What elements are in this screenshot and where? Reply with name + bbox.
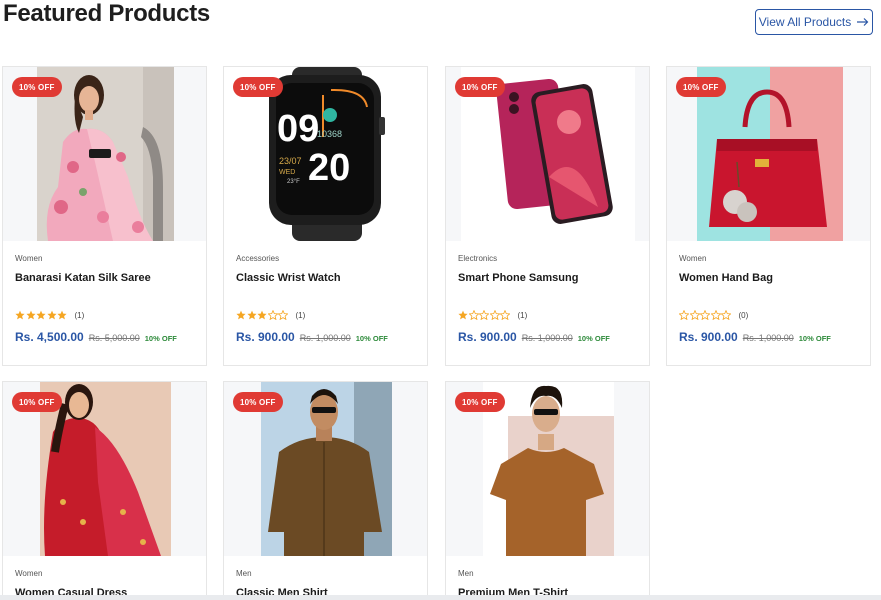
- product-image[interactable]: 10% OFF: [224, 382, 427, 556]
- star-empty-icon: [500, 310, 510, 320]
- rating-stars: (1): [236, 309, 415, 321]
- product-category: Men: [236, 569, 252, 578]
- product-card[interactable]: 10% OFF Electronics Smart Phone Samsung …: [445, 66, 650, 366]
- rating-stars: (1): [458, 309, 637, 321]
- product-name[interactable]: Banarasi Katan Silk Saree: [15, 272, 194, 284]
- review-count: (1): [295, 310, 306, 320]
- product-card[interactable]: 09 20 10368 23/07 WED 23°F 10% OFF Acces…: [223, 66, 428, 366]
- product-image[interactable]: 10% OFF: [3, 67, 206, 241]
- star-empty-icon: [679, 310, 689, 320]
- product-image[interactable]: 10% OFF: [3, 382, 206, 556]
- star-filled-icon: [25, 310, 36, 320]
- view-all-label: View All Products: [758, 15, 852, 29]
- view-all-products-button[interactable]: View All Products: [755, 9, 873, 35]
- discount-text: 10% OFF: [355, 334, 388, 343]
- discount-text: 10% OFF: [798, 334, 831, 343]
- product-old-price: Rs. 1,000.00: [742, 333, 794, 343]
- product-card[interactable]: 10% OFF Men Premium Men T-Shirt: [445, 381, 650, 600]
- review-count: (1): [517, 310, 528, 320]
- watch-day: WED: [279, 169, 295, 176]
- discount-badge: 10% OFF: [12, 392, 62, 412]
- product-old-price: Rs. 5,000.00: [88, 333, 140, 343]
- product-price: Rs. 4,500.00: [15, 330, 84, 344]
- arrow-right-icon: [857, 18, 869, 26]
- star-empty-icon: [489, 310, 500, 320]
- star-empty-icon: [689, 310, 700, 320]
- product-old-price: Rs. 1,000.00: [521, 333, 573, 343]
- product-old-price: Rs. 1,000.00: [299, 333, 351, 343]
- star-filled-icon: [257, 310, 267, 320]
- watch-temp: 23°F: [287, 179, 300, 185]
- product-price: Rs. 900.00: [458, 330, 517, 344]
- star-empty-icon: [479, 310, 489, 320]
- product-category: Women: [15, 254, 43, 263]
- page-title: Featured Products: [3, 0, 210, 27]
- product-category: Women: [679, 254, 707, 263]
- watch-date: 23/07: [279, 156, 302, 166]
- discount-badge: 10% OFF: [233, 392, 283, 412]
- star-filled-icon: [36, 310, 46, 320]
- star-empty-icon: [710, 310, 721, 320]
- discount-text: 10% OFF: [577, 334, 610, 343]
- review-count: (1): [74, 310, 85, 320]
- rating-stars: (1): [15, 309, 194, 321]
- product-image[interactable]: 10% OFF: [667, 67, 870, 241]
- product-card[interactable]: 10% OFF Women Women Hand Bag (0) Rs. 900…: [666, 66, 871, 366]
- product-image[interactable]: 10% OFF: [446, 382, 649, 556]
- product-name[interactable]: Women Hand Bag: [679, 272, 858, 284]
- star-filled-icon: [57, 310, 67, 320]
- discount-text: 10% OFF: [144, 334, 177, 343]
- product-card[interactable]: 10% OFF Women Women Casual Dress: [2, 381, 207, 600]
- product-name[interactable]: Classic Wrist Watch: [236, 272, 415, 284]
- star-filled-icon: [15, 310, 25, 320]
- product-name[interactable]: Smart Phone Samsung: [458, 272, 637, 284]
- discount-badge: 10% OFF: [455, 77, 505, 97]
- star-empty-icon: [278, 310, 288, 320]
- discount-badge: 10% OFF: [676, 77, 726, 97]
- product-price: Rs. 900.00: [236, 330, 295, 344]
- watch-steps: 10368: [317, 129, 342, 139]
- product-image[interactable]: 09 20 10368 23/07 WED 23°F 10% OFF: [224, 67, 427, 241]
- star-empty-icon: [700, 310, 710, 320]
- discount-badge: 10% OFF: [12, 77, 62, 97]
- product-image[interactable]: 10% OFF: [446, 67, 649, 241]
- star-filled-icon: [246, 310, 257, 320]
- review-count: (0): [738, 310, 749, 320]
- discount-badge: 10% OFF: [455, 392, 505, 412]
- star-empty-icon: [468, 310, 479, 320]
- product-category: Women: [15, 569, 43, 578]
- product-category: Electronics: [458, 254, 498, 263]
- star-empty-icon: [721, 310, 731, 320]
- bottom-scroll-edge: [0, 595, 881, 600]
- star-empty-icon: [267, 310, 278, 320]
- star-filled-icon: [46, 310, 57, 320]
- watch-hour: 09: [277, 108, 319, 150]
- product-card[interactable]: 10% OFF Men Classic Men Shirt: [223, 381, 428, 600]
- star-filled-icon: [236, 310, 246, 320]
- product-category: Accessories: [236, 254, 280, 263]
- watch-minute: 20: [308, 147, 350, 189]
- product-price: Rs. 900.00: [679, 330, 738, 344]
- discount-badge: 10% OFF: [233, 77, 283, 97]
- product-card[interactable]: 10% OFF Women Banarasi Katan Silk Saree …: [2, 66, 207, 366]
- star-filled-icon: [458, 310, 468, 320]
- product-category: Men: [458, 569, 474, 578]
- rating-stars: (0): [679, 309, 858, 321]
